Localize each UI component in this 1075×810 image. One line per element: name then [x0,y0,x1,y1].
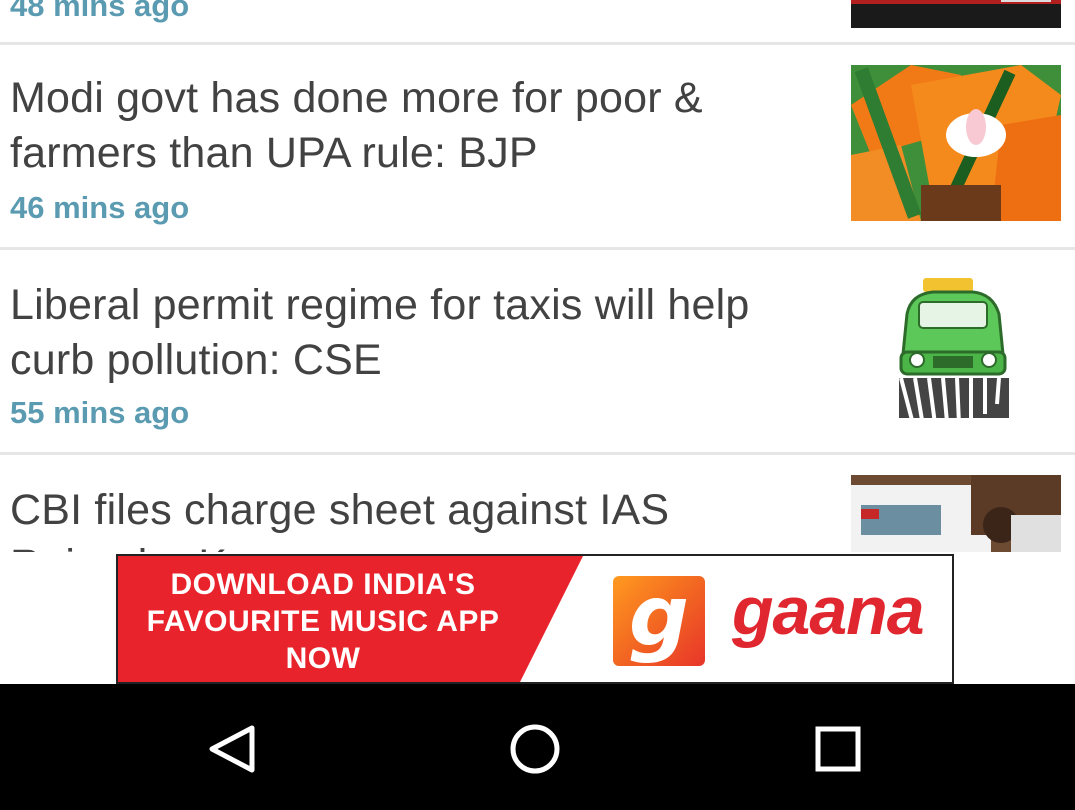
back-button[interactable] [198,714,268,784]
article-time: 46 mins ago [10,190,190,225]
gaana-ad-banner[interactable]: DOWNLOAD INDIA'S FAVOURITE MUSIC APP NOW… [116,554,954,684]
article-time: 55 mins ago [10,395,190,430]
article-time: 48 mins ago [10,0,190,23]
back-icon [209,725,255,773]
article-item[interactable]: CBI files charge sheet against IAS Rajen… [0,455,1075,552]
car-thumbnail [851,475,1061,552]
home-button[interactable] [500,714,570,784]
article-item[interactable]: Modi govt has done more for poor & farme… [0,45,1075,250]
home-icon [510,724,560,774]
bjp-flags-thumbnail [851,65,1061,221]
recents-icon [815,726,861,772]
recents-button[interactable] [803,714,873,784]
article-item[interactable]: 48 mins ago [0,0,1075,45]
gaana-logo-icon: g [613,574,705,666]
ad-tagline: DOWNLOAD INDIA'S FAVOURITE MUSIC APP NOW [146,568,500,675]
article-item[interactable]: Liberal permit regime for taxis will hel… [0,250,1075,455]
article-title: Modi govt has done more for poor & farme… [10,74,703,177]
article-thumbnail [851,0,1061,28]
system-navigation-bar [0,684,1075,810]
ad-area: DOWNLOAD INDIA'S FAVOURITE MUSIC APP NOW… [0,552,1075,684]
article-title: CBI files charge sheet against IAS Rajen… [10,486,670,552]
article-title: Liberal permit regime for taxis will hel… [10,281,750,384]
taxi-thumbnail [893,274,1013,432]
news-feed: 48 mins ago Modi govt has done more for … [0,0,1075,552]
ad-brand-name: gaana [732,573,925,649]
